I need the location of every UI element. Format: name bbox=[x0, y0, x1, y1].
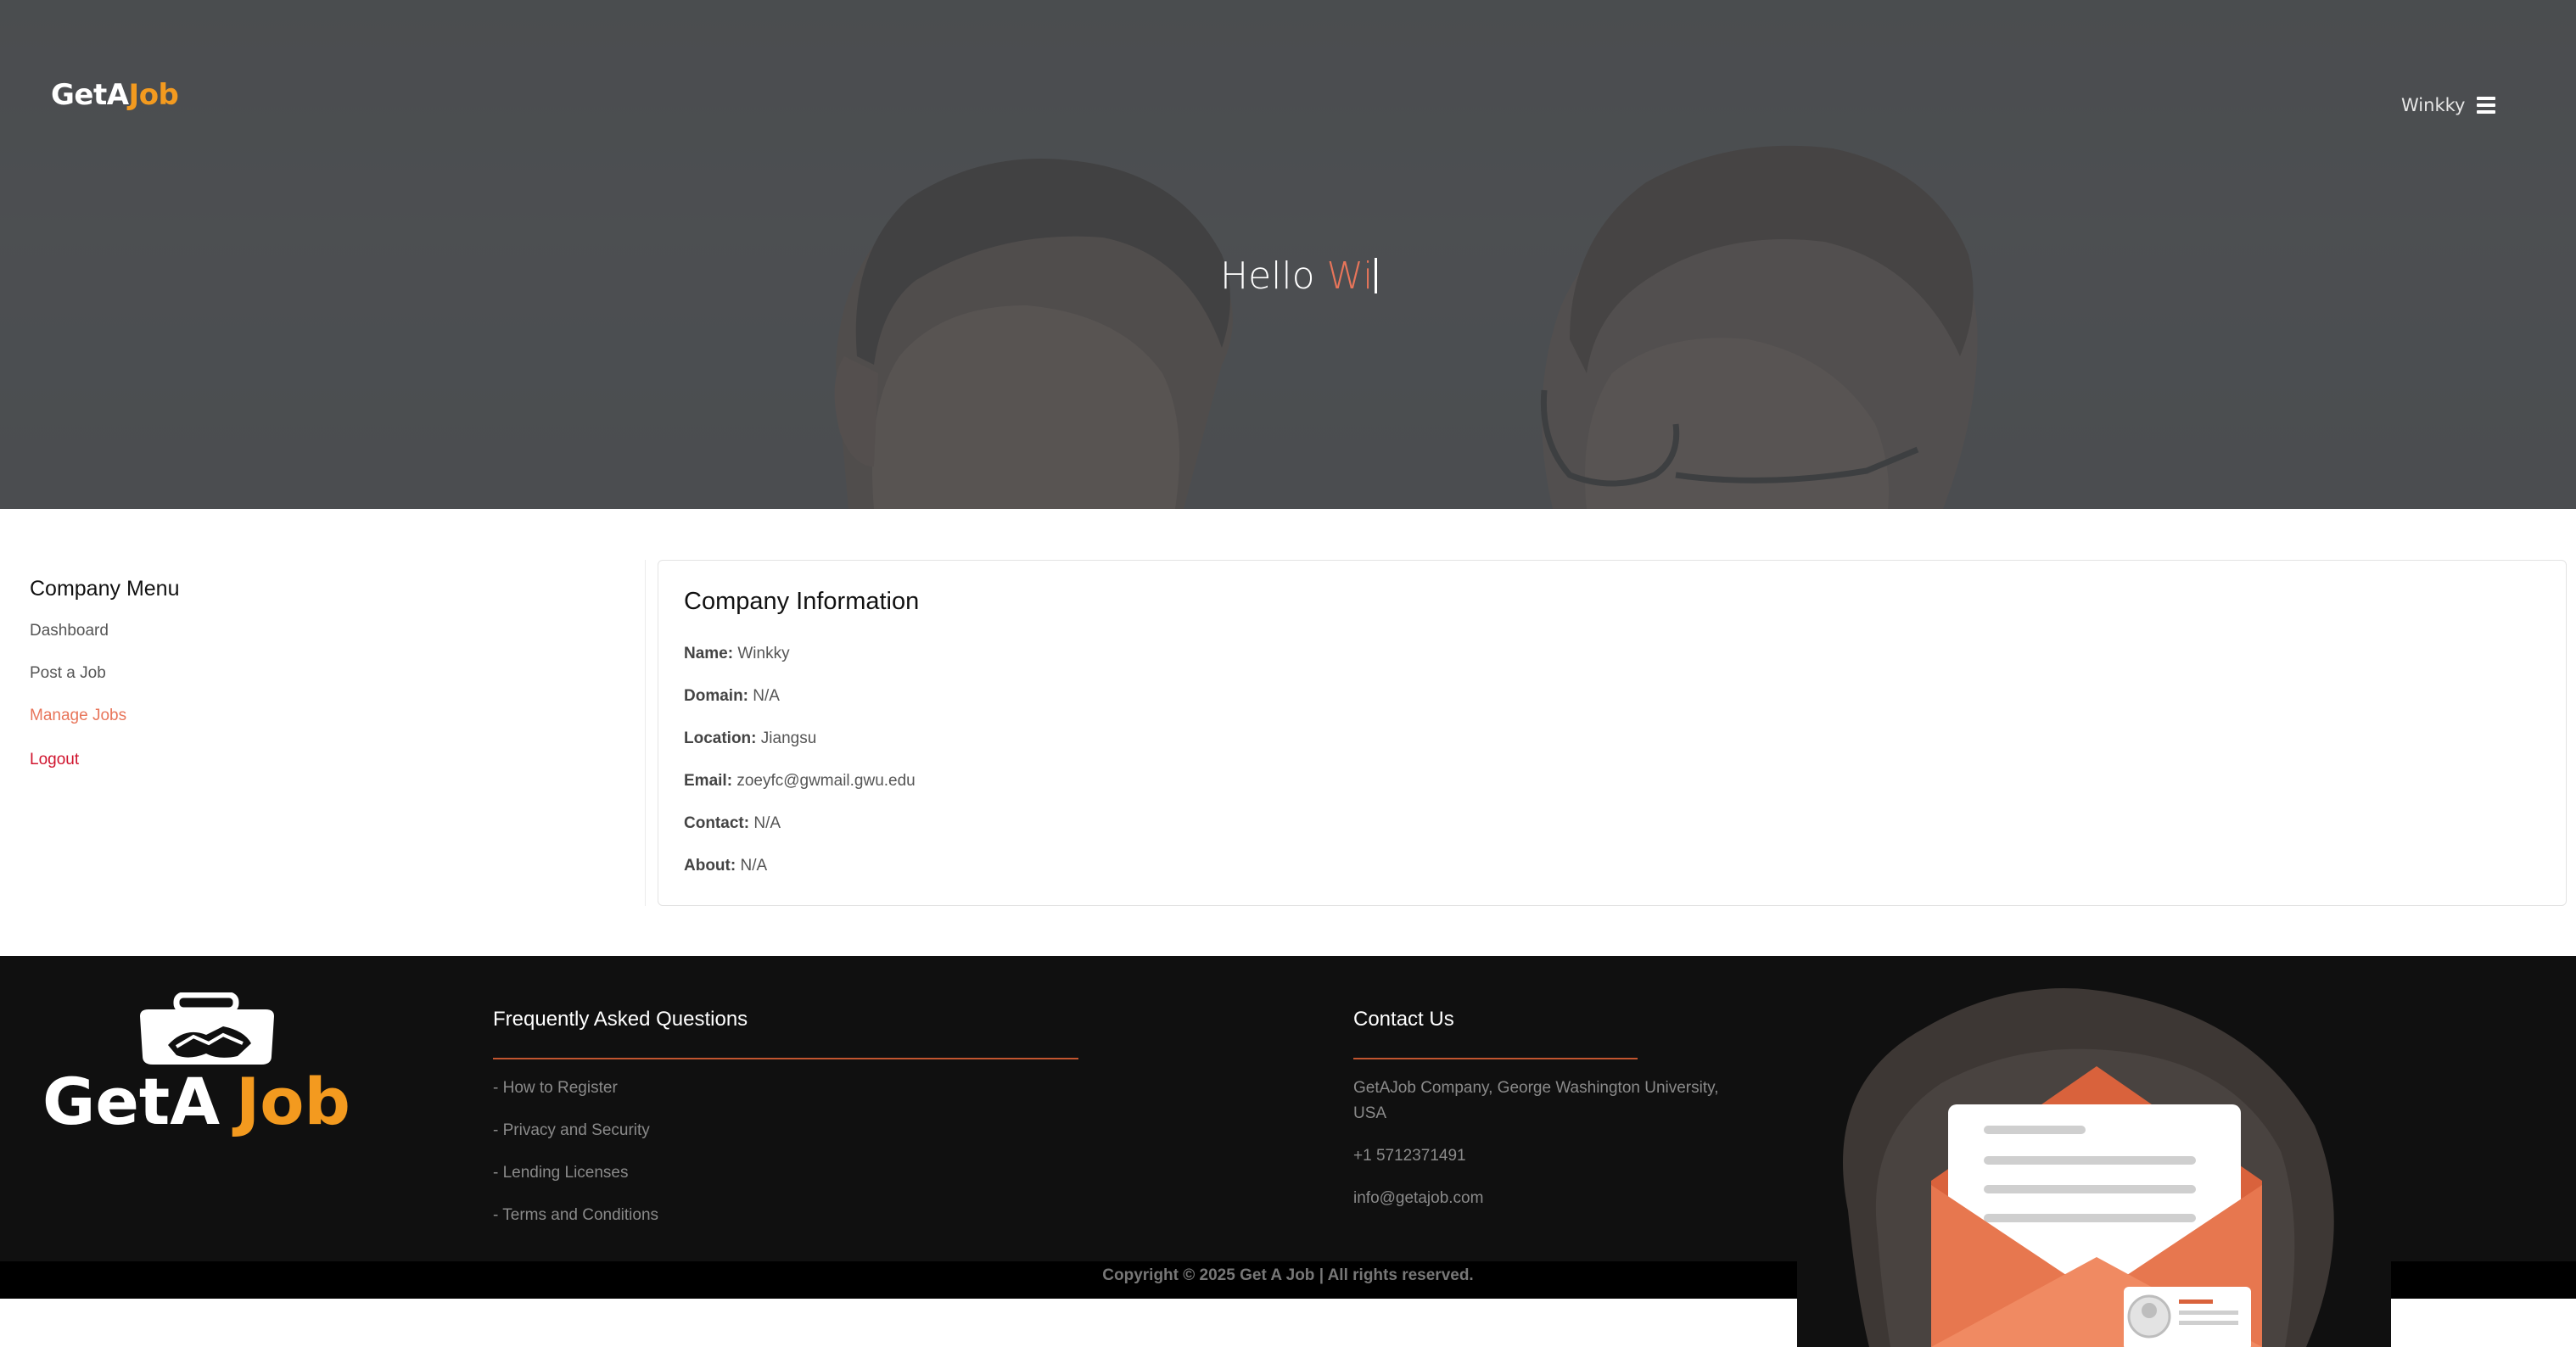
contact-email[interactable]: info@getajob.com bbox=[1353, 1186, 1483, 1211]
footer-logo-part2: Job bbox=[232, 1064, 350, 1137]
info-value: N/A bbox=[753, 814, 781, 832]
hamburger-menu-icon[interactable] bbox=[2477, 97, 2495, 114]
info-row-domain: Domain: N/A bbox=[684, 687, 780, 706]
sidebar-item-post-a-job[interactable]: Post a Job bbox=[30, 664, 106, 683]
info-row-email: Email: zoeyfc@gwmail.gwu.edu bbox=[684, 772, 916, 791]
faq-link-privacy-and-security[interactable]: - Privacy and Security bbox=[493, 1121, 650, 1140]
briefcase-handshake-icon bbox=[140, 992, 274, 1065]
sidebar-item-logout[interactable]: Logout bbox=[30, 751, 79, 769]
company-information-card: Company Information Name: Winkky Domain:… bbox=[658, 560, 2567, 906]
info-label: Name: bbox=[684, 645, 734, 662]
info-label: Domain: bbox=[684, 687, 748, 705]
info-value: Winkky bbox=[737, 645, 790, 662]
envelope-icon bbox=[1931, 1066, 2262, 1347]
sidebar-title: Company Menu bbox=[30, 577, 180, 601]
info-row-contact: Contact: N/A bbox=[684, 814, 781, 833]
greeting-text: Hello bbox=[1220, 254, 1315, 298]
brand-logo-part1: GetA bbox=[51, 78, 129, 112]
info-value: Jiangsu bbox=[760, 729, 817, 747]
info-value: N/A bbox=[753, 687, 780, 705]
contact-heading-underline bbox=[1353, 1058, 1638, 1059]
contact-address-line1: GetAJob Company, George Washington Unive… bbox=[1353, 1079, 1719, 1097]
brand-logo-part2: Job bbox=[128, 78, 179, 112]
info-row-about: About: N/A bbox=[684, 857, 767, 875]
typing-caret bbox=[1375, 258, 1378, 293]
brand-logo[interactable]: GetAJob bbox=[51, 78, 179, 112]
envelope-illustration bbox=[1797, 956, 2391, 1347]
info-label: Email: bbox=[684, 772, 733, 790]
hero-banner: GetAJob Winkky Hello Wi bbox=[0, 0, 2576, 509]
faq-link-terms-and-conditions[interactable]: - Terms and Conditions bbox=[493, 1206, 658, 1225]
faq-link-lending-licenses[interactable]: - Lending Licenses bbox=[493, 1164, 629, 1182]
info-value: zoeyfc@gwmail.gwu.edu bbox=[736, 772, 916, 790]
sidebar-item-dashboard[interactable]: Dashboard bbox=[30, 622, 109, 640]
footer-logo-part1: GetA bbox=[42, 1064, 220, 1137]
greeting-typed-name: Wi bbox=[1326, 254, 1374, 298]
header-username[interactable]: Winkky bbox=[2401, 95, 2465, 115]
info-row-location: Location: Jiangsu bbox=[684, 729, 816, 748]
contact-phone[interactable]: +1 5712371491 bbox=[1353, 1143, 1466, 1169]
info-label: About: bbox=[684, 857, 736, 875]
contact-address-line2: USA bbox=[1353, 1104, 1387, 1122]
info-row-name: Name: Winkky bbox=[684, 645, 790, 663]
footer-logo[interactable]: GetA Job bbox=[41, 992, 392, 1137]
faq-link-how-to-register[interactable]: - How to Register bbox=[493, 1079, 618, 1098]
faq-heading-underline bbox=[493, 1058, 1078, 1059]
card-title: Company Information bbox=[684, 588, 920, 615]
contact-heading: Contact Us bbox=[1353, 1008, 1454, 1031]
sidebar-item-manage-jobs[interactable]: Manage Jobs bbox=[30, 707, 126, 725]
sidebar-divider bbox=[645, 560, 646, 906]
faq-heading: Frequently Asked Questions bbox=[493, 1008, 748, 1031]
info-label: Contact: bbox=[684, 814, 750, 832]
hero-greeting: Hello Wi bbox=[1220, 254, 1378, 298]
info-label: Location: bbox=[684, 729, 757, 747]
info-value: N/A bbox=[740, 857, 768, 875]
